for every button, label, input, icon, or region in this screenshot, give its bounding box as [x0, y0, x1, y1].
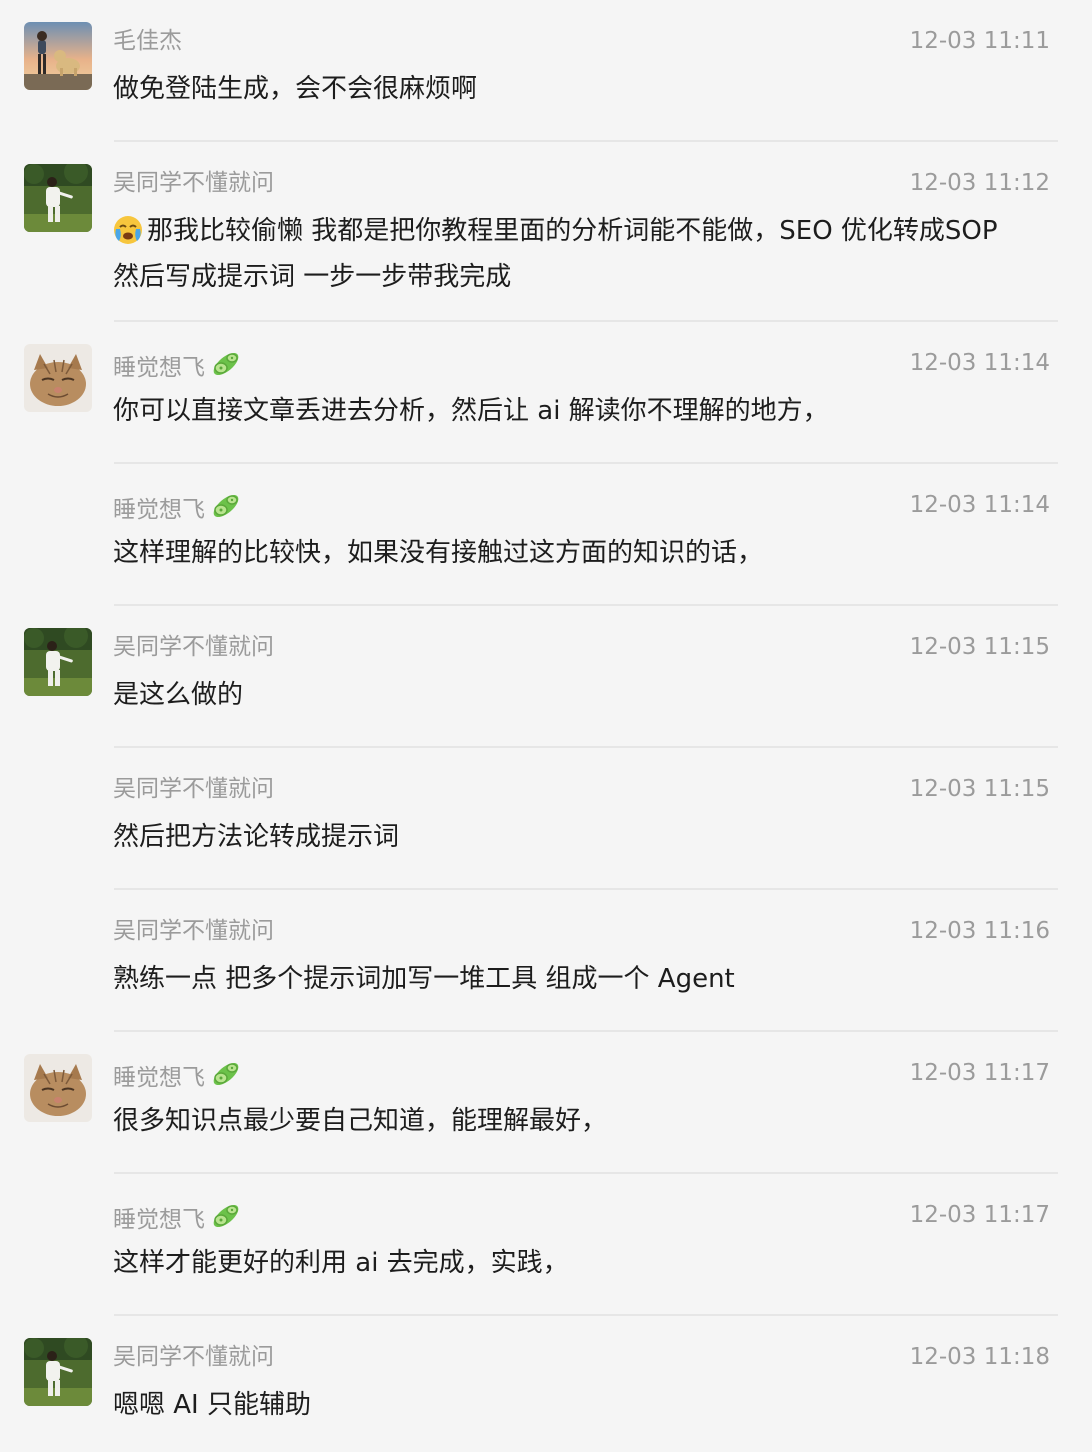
- message-text: 然后把方法论转成提示词: [113, 822, 400, 852]
- message-text: 是这么做的: [113, 680, 244, 710]
- sender-name[interactable]: 吴同学不懂就问: [113, 916, 274, 946]
- message-text-content: 那我比较偷懒 我都是把你教程里面的分析词能不能做，SEO 优化转成SOP 然后写…: [113, 216, 998, 292]
- avatar[interactable]: [24, 164, 92, 232]
- sleeping-cat-icon: [24, 1054, 92, 1122]
- message-item: 吴同学不懂就问 12-03 11:15 然后把方法论转成提示词: [0, 748, 1092, 890]
- sender-name-text: 吴同学不懂就问: [113, 170, 274, 196]
- message-time: 12-03 11:12: [909, 170, 1050, 196]
- message-item: 吴同学不懂就问 12-03 11:15 是这么做的: [0, 606, 1092, 748]
- message-time: 12-03 11:16: [909, 918, 1050, 944]
- sender-name-text: 睡觉想飞: [113, 497, 205, 523]
- sender-name-text: 睡觉想飞: [113, 1207, 205, 1233]
- sender-name[interactable]: 睡觉想飞: [113, 348, 243, 388]
- sender-name[interactable]: 睡觉想飞: [113, 1200, 243, 1240]
- sender-name-text: 睡觉想飞: [113, 1065, 205, 1091]
- sender-name[interactable]: 吴同学不懂就问: [113, 1342, 274, 1372]
- avatar[interactable]: [24, 22, 92, 90]
- sleeping-cat-icon: [24, 344, 92, 412]
- message-time: 12-03 11:15: [909, 634, 1050, 660]
- sender-name[interactable]: 睡觉想飞: [113, 1058, 243, 1098]
- message-item: 睡觉想飞 12-03 11:17 很多知识点最少要自己知道，能理解最好，: [0, 1032, 1092, 1174]
- sender-name-text: 吴同学不懂就问: [113, 1344, 274, 1370]
- cucumber-icon: [209, 1200, 243, 1240]
- person-in-garden-icon: [24, 164, 92, 232]
- sender-name-text: 睡觉想飞: [113, 355, 205, 381]
- message-text: 你可以直接文章丢进去分析，然后让 ai 解读你不理解的地方，: [113, 396, 829, 426]
- person-in-garden-icon: [24, 1338, 92, 1406]
- message-item: 吴同学不懂就问 12-03 11:16 熟练一点 把多个提示词加写一堆工具 组成…: [0, 890, 1092, 1032]
- message-time: 12-03 11:14: [909, 492, 1050, 518]
- message-text: 这样才能更好的利用 ai 去完成，实践，: [113, 1248, 569, 1278]
- avatar[interactable]: [24, 628, 92, 696]
- cucumber-icon: [209, 1058, 243, 1098]
- avatar[interactable]: [24, 1338, 92, 1406]
- message-time: 12-03 11:15: [909, 776, 1050, 802]
- message-item: 毛佳杰 12-03 11:11 做免登陆生成，会不会很麻烦啊: [0, 0, 1092, 142]
- message-item: 睡觉想飞 12-03 11:17 这样才能更好的利用 ai 去完成，实践，: [0, 1174, 1092, 1316]
- message-time: 12-03 11:14: [909, 350, 1050, 376]
- sender-name[interactable]: 毛佳杰: [113, 26, 182, 56]
- cucumber-icon: [209, 490, 243, 530]
- message-text: 很多知识点最少要自己知道，能理解最好，: [113, 1106, 608, 1136]
- message-time: 12-03 11:17: [909, 1060, 1050, 1086]
- sender-name-text: 毛佳杰: [113, 28, 182, 54]
- message-item: 吴同学不懂就问 12-03 11:12 那我比较偷懒 我都是把你教程里面的分析词…: [0, 142, 1092, 322]
- message-time: 12-03 11:18: [909, 1344, 1050, 1370]
- avatar[interactable]: [24, 344, 92, 412]
- sender-name-text: 吴同学不懂就问: [113, 918, 274, 944]
- message-text: 这样理解的比较快，如果没有接触过这方面的知识的话，: [113, 538, 764, 568]
- message-item: 睡觉想飞 12-03 11:14 你可以直接文章丢进去分析，然后让 ai 解读你…: [0, 322, 1092, 464]
- message-time: 12-03 11:17: [909, 1202, 1050, 1228]
- message-text: 熟练一点 把多个提示词加写一堆工具 组成一个 Agent: [113, 964, 735, 994]
- sender-name[interactable]: 吴同学不懂就问: [113, 774, 274, 804]
- sender-name[interactable]: 吴同学不懂就问: [113, 168, 274, 198]
- message-item: 睡觉想飞 12-03 11:14 这样理解的比较快，如果没有接触过这方面的知识的…: [0, 464, 1092, 606]
- sender-name-text: 吴同学不懂就问: [113, 634, 274, 660]
- person-in-garden-icon: [24, 628, 92, 696]
- avatar[interactable]: [24, 1054, 92, 1122]
- sender-name[interactable]: 睡觉想飞: [113, 490, 243, 530]
- message-text: 嗯嗯 AI 只能辅助: [113, 1390, 311, 1420]
- cucumber-icon: [209, 348, 243, 388]
- message-text: 做免登陆生成，会不会很麻烦啊: [113, 74, 478, 104]
- message-text: 那我比较偷懒 我都是把你教程里面的分析词能不能做，SEO 优化转成SOP 然后写…: [113, 211, 1013, 297]
- sender-name-text: 吴同学不懂就问: [113, 776, 274, 802]
- sender-name[interactable]: 吴同学不懂就问: [113, 632, 274, 662]
- message-item: 吴同学不懂就问 12-03 11:18 嗯嗯 AI 只能辅助: [0, 1316, 1092, 1452]
- boy-with-dog-sunset-icon: [24, 22, 92, 90]
- message-time: 12-03 11:11: [909, 28, 1050, 54]
- chat-message-list: 毛佳杰 12-03 11:11 做免登陆生成，会不会很麻烦啊 吴同学不懂就问 1…: [0, 0, 1092, 1452]
- crying-face-emoji-icon: [113, 215, 145, 257]
